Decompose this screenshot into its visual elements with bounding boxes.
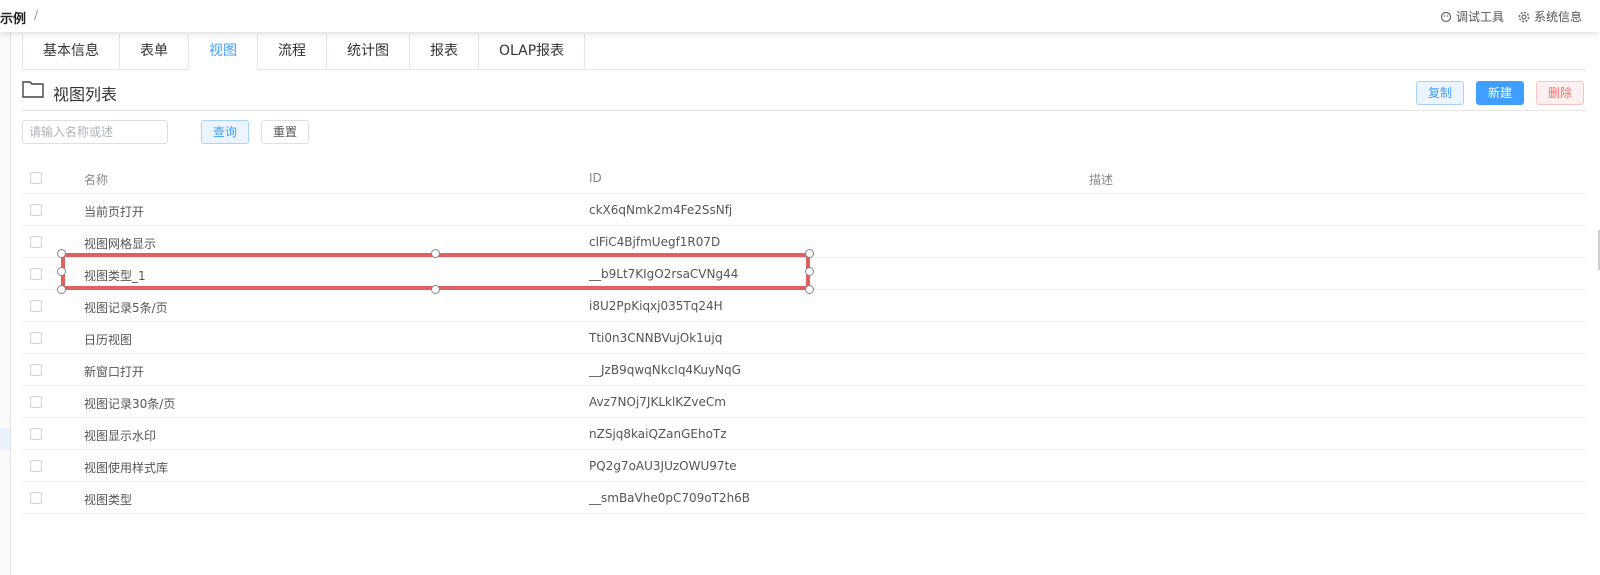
section-title: 视图列表 (53, 85, 118, 104)
row-id: __b9Lt7KIgO2rsaCVNg44 (589, 267, 739, 281)
table-row[interactable]: 视图类型 __smBaVhe0pC709oT2h6B (22, 482, 1586, 514)
row-name[interactable]: 视图记录30条/页 (84, 395, 175, 412)
resize-handle-top-left[interactable] (57, 249, 66, 258)
tab-report[interactable]: 报表 (409, 34, 478, 70)
new-button[interactable]: 新建 (1476, 81, 1524, 105)
left-sidebar-edge (0, 32, 11, 575)
tab-chart[interactable]: 统计图 (326, 34, 409, 70)
copy-button[interactable]: 复制 (1416, 81, 1464, 105)
row-id: nZSjq8kaiQZanGEhoTz (589, 427, 727, 441)
row-checkbox[interactable] (30, 364, 42, 376)
row-checkbox[interactable] (30, 268, 42, 280)
table-header-row: 名称 ID 描述 (22, 162, 1586, 194)
row-name[interactable]: 新窗口打开 (84, 363, 144, 380)
row-id: __smBaVhe0pC709oT2h6B (589, 491, 751, 505)
system-info-label: 系统信息 (1533, 10, 1582, 24)
row-name[interactable]: 视图网格显示 (84, 235, 156, 252)
row-name[interactable]: 视图使用样式库 (84, 459, 168, 476)
table-row[interactable]: 当前页打开 ckX6qNmk2m4Fe2SsNfj (22, 194, 1586, 226)
tab-flow[interactable]: 流程 (257, 34, 326, 70)
folder-icon (22, 81, 44, 98)
table-row[interactable]: 视图记录30条/页 Avz7NOj7JKLklKZveCm (22, 386, 1586, 418)
row-id: Tti0n3CNNBVujOk1ujq (589, 331, 723, 345)
row-id: PQ2g7oAU3JUzOWU97te (589, 459, 737, 473)
section-header: 视图列表 复制 新建 删除 (22, 76, 1586, 111)
reset-button[interactable]: 重置 (261, 120, 309, 144)
row-checkbox[interactable] (30, 332, 42, 344)
resize-handle-bottom-center[interactable] (431, 285, 440, 294)
row-id: i8U2PpKiqxj035Tq24H (589, 299, 723, 313)
table-row[interactable]: 日历视图 Tti0n3CNNBVujOk1ujq (22, 322, 1586, 354)
row-id: clFiC4BjfmUegf1R07D (589, 235, 721, 249)
table-row[interactable]: 视图使用样式库 PQ2g7oAU3JUzOWU97te (22, 450, 1586, 482)
view-table: 名称 ID 描述 当前页打开 ckX6qNmk2m4Fe2SsNfj 视图网格显… (22, 162, 1586, 514)
row-id: __JzB9qwqNkcIq4KuyNqG (589, 363, 741, 377)
resize-handle-bottom-left[interactable] (57, 285, 66, 294)
search-input[interactable] (22, 120, 168, 144)
row-name[interactable]: 日历视图 (84, 331, 132, 348)
tab-basic-info[interactable]: 基本信息 (22, 34, 119, 70)
debug-tools-label: 调试工具 (1455, 10, 1504, 24)
row-checkbox[interactable] (30, 428, 42, 440)
gear-icon (1518, 11, 1530, 22)
system-info-link[interactable]: 系统信息 (1518, 8, 1582, 25)
tab-form[interactable]: 表单 (119, 34, 188, 70)
tab-bar: 基本信息 表单 视图 流程 统计图 报表 OLAP报表 (22, 34, 1586, 70)
row-id: Avz7NOj7JKLklKZveCm (589, 395, 726, 409)
header-name[interactable]: 名称 (84, 171, 108, 188)
header-id[interactable]: ID (589, 171, 602, 185)
select-all-checkbox[interactable] (30, 172, 42, 184)
row-checkbox[interactable] (30, 236, 42, 248)
table-row[interactable]: 视图记录5条/页 i8U2PpKiqxj035Tq24H (22, 290, 1586, 322)
top-actions: 调试工具 系统信息 (1440, 8, 1582, 25)
tab-olap-report[interactable]: OLAP报表 (478, 34, 586, 70)
sidebar-active-marker (0, 428, 10, 450)
row-id: ckX6qNmk2m4Fe2SsNfj (589, 203, 733, 217)
table-row[interactable]: 新窗口打开 __JzB9qwqNkcIq4KuyNqG (22, 354, 1586, 386)
resize-handle-middle-left[interactable] (57, 267, 66, 276)
row-name[interactable]: 视图类型_1 (84, 267, 146, 284)
debug-tools-link[interactable]: 调试工具 (1440, 8, 1504, 25)
delete-button[interactable]: 删除 (1536, 81, 1584, 105)
bug-icon (1440, 11, 1452, 22)
row-checkbox[interactable] (30, 396, 42, 408)
resize-handle-bottom-right[interactable] (805, 285, 814, 294)
query-button[interactable]: 查询 (201, 120, 249, 144)
top-bar: 示例 / 调试工具 系统信息 (0, 0, 1600, 32)
row-checkbox[interactable] (30, 300, 42, 312)
header-desc[interactable]: 描述 (1089, 171, 1113, 188)
table-row[interactable]: 视图网格显示 clFiC4BjfmUegf1R07D (22, 226, 1586, 258)
table-row[interactable]: 视图显示水印 nZSjq8kaiQZanGEhoTz (22, 418, 1586, 450)
table-row[interactable]: 视图类型_1 __b9Lt7KIgO2rsaCVNg44 (22, 258, 1586, 290)
row-checkbox[interactable] (30, 492, 42, 504)
row-checkbox[interactable] (30, 204, 42, 216)
row-name[interactable]: 当前页打开 (84, 203, 144, 220)
breadcrumb-current[interactable]: 示例 (0, 8, 26, 27)
row-checkbox[interactable] (30, 460, 42, 472)
resize-handle-middle-right[interactable] (805, 267, 814, 276)
resize-handle-top-right[interactable] (805, 249, 814, 258)
tab-view[interactable]: 视图 (188, 34, 257, 70)
row-name[interactable]: 视图记录5条/页 (84, 299, 168, 316)
row-name[interactable]: 视图显示水印 (84, 427, 156, 444)
row-name[interactable]: 视图类型 (84, 491, 132, 508)
breadcrumb-separator: / (34, 8, 39, 22)
resize-handle-top-center[interactable] (431, 249, 440, 258)
